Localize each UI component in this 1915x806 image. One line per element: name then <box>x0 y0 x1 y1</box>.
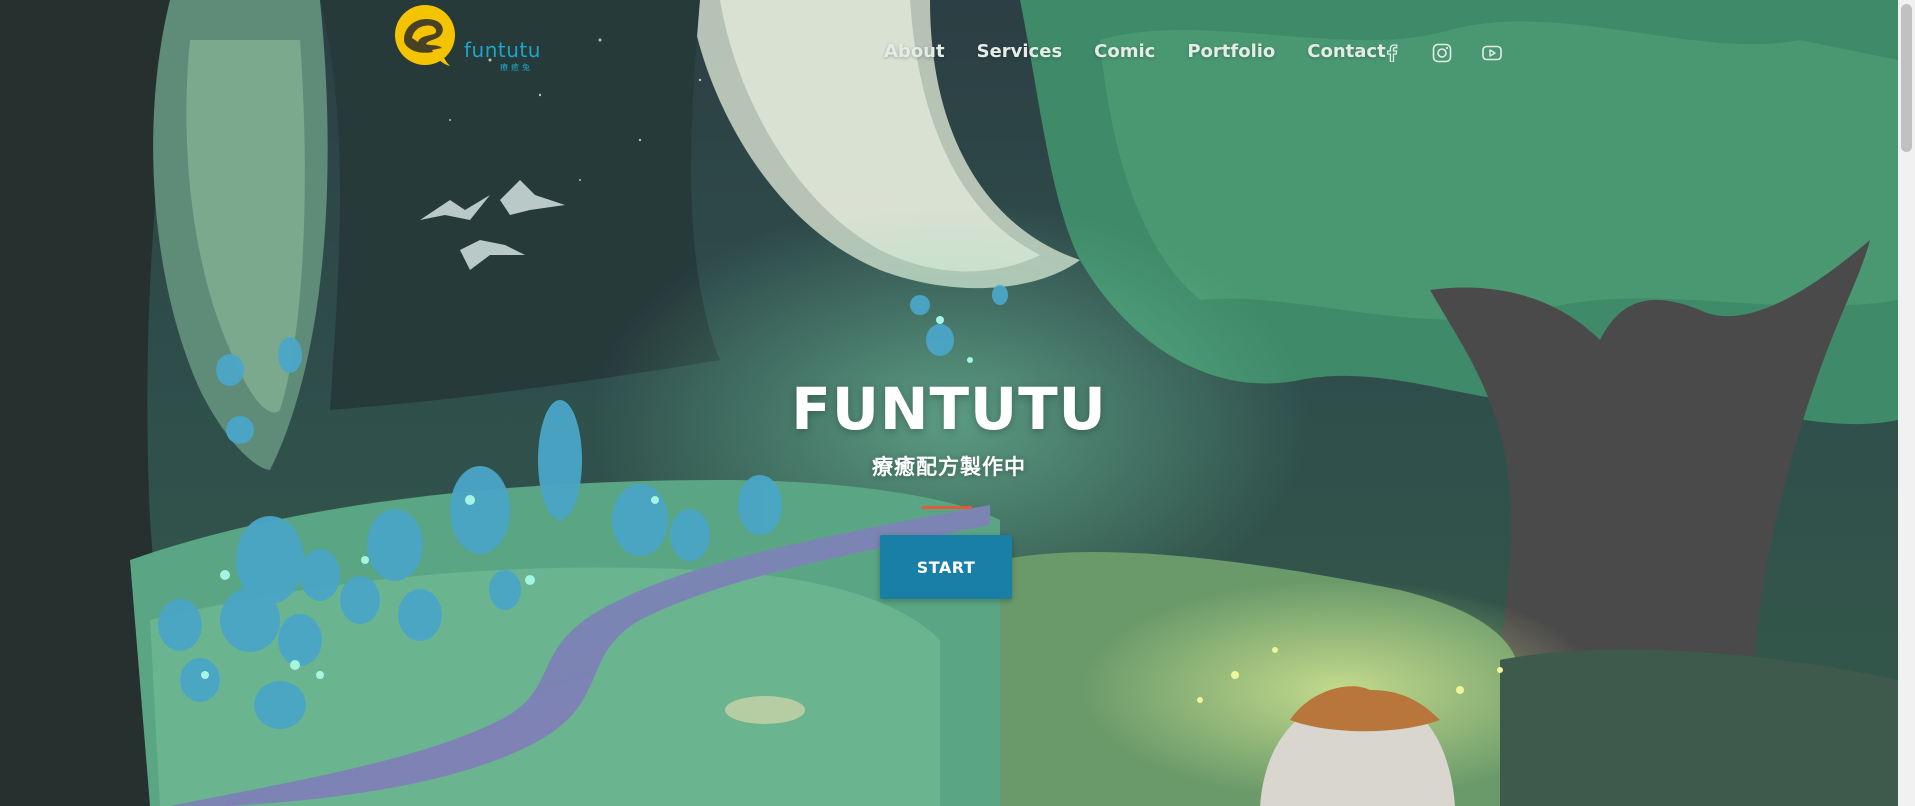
nav-item-contact[interactable]: Contact <box>1307 41 1385 62</box>
logo-rabbit-icon <box>395 5 455 66</box>
hero-title: FUNTUTU <box>791 375 1107 443</box>
nav-item-services[interactable]: Services <box>977 41 1063 62</box>
hero-divider <box>922 506 972 509</box>
nav-item-comic[interactable]: Comic <box>1094 41 1155 62</box>
youtube-icon[interactable] <box>1481 42 1503 64</box>
logo-subtext: 療癒兔 <box>500 63 533 72</box>
page-scrollbar[interactable] <box>1898 0 1915 806</box>
scrollbar-thumb[interactable] <box>1901 4 1912 152</box>
main-nav: About Services Comic Portfolio Contact <box>884 41 1418 62</box>
hero-subtitle: 療癒配方製作中 <box>872 455 1026 479</box>
start-button[interactable]: START <box>880 535 1012 599</box>
logo-wordmark: funtutu <box>464 38 541 62</box>
instagram-icon[interactable] <box>1431 42 1453 64</box>
nav-item-portfolio[interactable]: Portfolio <box>1187 41 1275 62</box>
logo[interactable]: funtutu 療癒兔 <box>392 2 542 72</box>
page: funtutu 療癒兔 About Services Comic Portfol… <box>0 0 1915 806</box>
facebook-icon[interactable] <box>1381 42 1403 64</box>
nav-item-about[interactable]: About <box>884 41 945 62</box>
